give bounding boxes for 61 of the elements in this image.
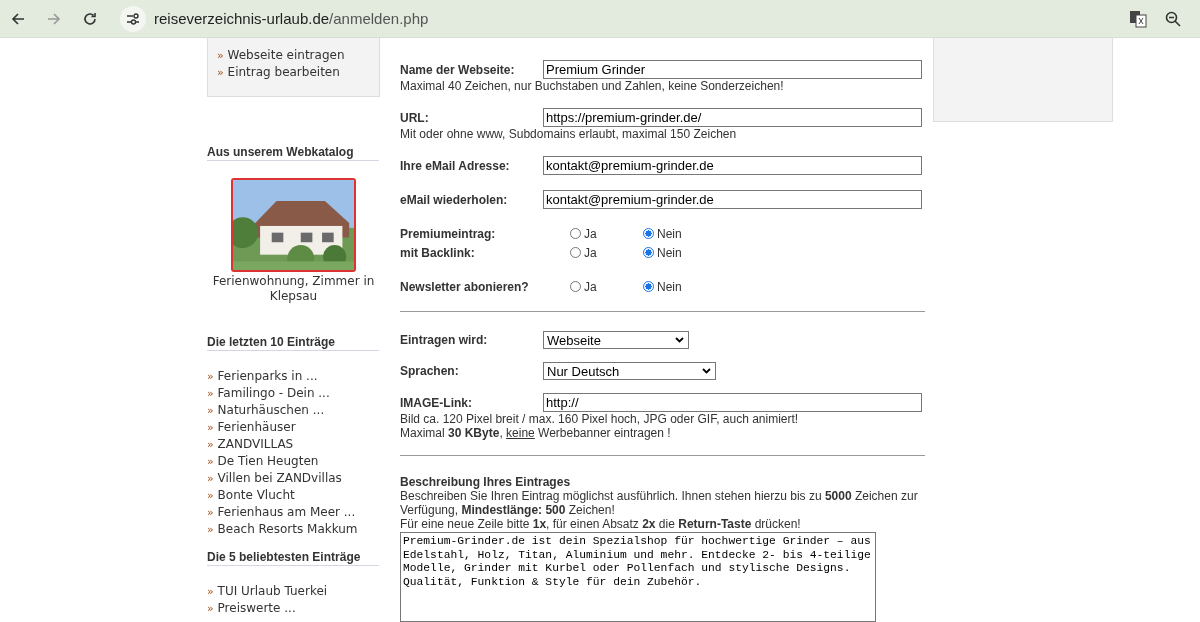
- field-label: eMail wiederholen:: [400, 192, 509, 207]
- chevron-icon: [675, 337, 684, 343]
- field-label: Newsletter abonieren?: [400, 279, 530, 294]
- radio-button[interactable]: [643, 247, 654, 258]
- sidebar-link[interactable]: » Preiswerte ...: [207, 600, 380, 617]
- catalog-caption[interactable]: Ferienwohnung, Zimmer in Klepsau: [207, 274, 380, 304]
- radio-label: Ja: [584, 279, 597, 294]
- sidebar-link[interactable]: » Naturhäuschen ...: [207, 402, 380, 419]
- radio-label: Nein: [657, 226, 682, 241]
- input-field[interactable]: https://premium-grinder.de/: [543, 108, 922, 127]
- sidebar-link[interactable]: » Familingo - Dein ...: [207, 385, 380, 402]
- field-label: mit Backlink:: [400, 245, 476, 260]
- keine-link[interactable]: keine: [506, 426, 535, 440]
- menu-link[interactable]: » Eintrag bearbeiten: [217, 64, 379, 81]
- field-hint: Für eine neue Zeile bitte 1x, für einen Absatz 2x die Return-Taste drücken!: [400, 517, 802, 531]
- field-hint: Bild ca. 120 Pixel breit / max. 160 Pixel hoch, JPG oder GIF, auch animiert!: [400, 412, 800, 426]
- sidebar-link[interactable]: » Ferienhäuser: [207, 419, 380, 436]
- field-hint: Maximal 30 KByte, keine Werbebanner eintragen !: [400, 426, 672, 440]
- radio-label: Nein: [657, 279, 682, 294]
- sidebar-link[interactable]: » TUI Urlaub Tuerkei: [207, 583, 380, 600]
- radio-button[interactable]: [570, 247, 581, 258]
- radio-label: Ja: [584, 226, 597, 241]
- section-heading: Die 5 beliebtesten Einträge: [207, 550, 379, 566]
- input-field[interactable]: kontakt@premium-grinder.de: [543, 156, 922, 175]
- field-label: Sprachen:: [400, 364, 460, 378]
- radio-label: Nein: [657, 245, 682, 260]
- sidebar-link[interactable]: » Ferienparks in ...: [207, 368, 380, 385]
- sidebar-link[interactable]: » Villen bei ZANDvillas: [207, 470, 380, 487]
- field-label: Eintragen wird:: [400, 333, 489, 347]
- radio-button[interactable]: [643, 228, 654, 239]
- sidebar-link[interactable]: » De Tien Heugten: [207, 453, 380, 470]
- section-heading: Beschreibung Ihres Eintrages: [400, 475, 572, 489]
- radio-button[interactable]: [570, 228, 581, 239]
- sidebar-link[interactable]: » Ferienhaus am Meer ...: [207, 504, 380, 521]
- input-field[interactable]: http://: [543, 393, 922, 412]
- field-label: URL:: [400, 110, 430, 125]
- description-field[interactable]: Premium-Grinder.de ist dein Spezialshop für hochwertige Grinder – aus Edelstahl, Holz, Titan, Aluminium und mehr. Entdecke 2- bis 4-teilige Modelle, Grinder mit Kurbel oder Pollenfach und stylische Designs. Qualität, Funktion & Style für dein Zubehör.: [400, 532, 876, 622]
- dropdown[interactable]: Nur Deutsch: [543, 362, 716, 380]
- field-hint: Mit oder ohne www, Subdomains erlaubt, maximal 150 Zeichen: [400, 127, 738, 141]
- field-hint: Maximal 40 Zeichen, nur Buchstaben und Zahlen, keine Sonderzeichen!: [400, 79, 785, 93]
- zoom-out-icon[interactable]: [1165, 10, 1181, 27]
- radio-button[interactable]: [570, 281, 581, 292]
- field-label: Ihre eMail Adresse:: [400, 158, 511, 173]
- sidebar-link[interactable]: » ZANDVILLAS: [207, 436, 380, 453]
- radio-label: Ja: [584, 245, 597, 260]
- input-field[interactable]: Premium Grinder: [543, 60, 922, 79]
- site-settings-icon[interactable]: [126, 12, 140, 25]
- radio-button[interactable]: [643, 281, 654, 292]
- menu-link[interactable]: » Webseite eintragen: [217, 47, 379, 64]
- sidebar-link[interactable]: » Beach Resorts Makkum: [207, 521, 380, 538]
- sidebar-link[interactable]: » Bonte Vlucht: [207, 487, 380, 504]
- section-heading: Aus unserem Webkatalog: [207, 145, 379, 161]
- field-label: Name der Webseite:: [400, 62, 516, 77]
- translate-icon[interactable]: [1129, 9, 1147, 28]
- field-label: IMAGE-Link:: [400, 395, 473, 410]
- input-field[interactable]: kontakt@premium-grinder.de: [543, 190, 922, 209]
- chevron-icon: [702, 368, 711, 374]
- dropdown[interactable]: Webseite: [543, 331, 689, 349]
- field-hint: Beschreiben Sie Ihren Eintrag möglichst ausführlich. Ihnen stehen hierzu bis zu 5000 Zeichen zur Verfügung, Mindestlänge: 500 Zeichen!: [400, 489, 919, 517]
- field-label: Premiumeintrag:: [400, 226, 497, 241]
- section-heading: Die letzten 10 Einträge: [207, 335, 379, 351]
